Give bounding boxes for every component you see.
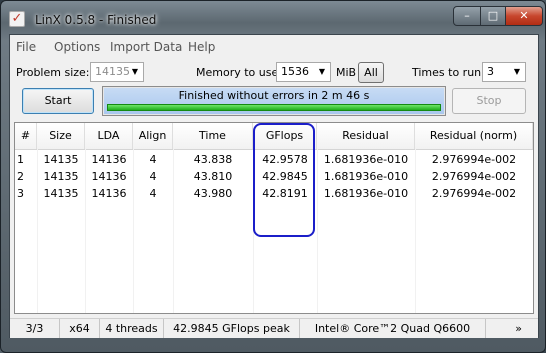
chevron-down-icon: ▼ — [513, 67, 521, 76]
cell-residual: 1.681936e-010 — [323, 153, 409, 166]
cell-lda: 14136 — [91, 170, 127, 183]
table-header: # Size LDA Align Time GFlops Residual Re… — [15, 123, 533, 150]
results-table: # Size LDA Align Time GFlops Residual Re… — [14, 122, 534, 314]
menu-help[interactable]: Help — [188, 40, 215, 54]
problem-size-value: 14135 — [95, 65, 130, 78]
all-memory-button[interactable]: All — [358, 62, 384, 83]
client-area: File Options Import Data Help Problem si… — [9, 34, 539, 338]
menu-options[interactable]: Options — [54, 40, 100, 54]
memory-label: Memory to use: — [196, 66, 282, 79]
status-more-button[interactable]: » — [486, 319, 538, 338]
cell-size: 14135 — [43, 153, 79, 166]
app-window: ✓ LinX 0.5.8 - Finished – □ ✕ File Optio… — [0, 0, 546, 353]
cell-time: 43.838 — [193, 153, 233, 166]
maximize-button[interactable]: □ — [480, 6, 506, 26]
start-button[interactable]: Start — [22, 88, 94, 114]
times-value: 3 — [487, 65, 494, 78]
window-title: LinX 0.5.8 - Finished — [35, 13, 157, 27]
progress-bar — [107, 104, 441, 111]
col-header-align[interactable]: Align — [133, 123, 173, 149]
cell-residual: 1.681936e-010 — [323, 187, 409, 200]
progress-panel: Finished without errors in 2 m 46 s — [102, 86, 446, 116]
status-peak: 42.9845 GFlops peak — [164, 319, 300, 338]
cell-align: 4 — [149, 187, 157, 200]
memory-value: 1536 — [281, 65, 309, 78]
col-header-time[interactable]: Time — [173, 123, 253, 149]
cell-gflops: 42.9578 — [262, 153, 308, 166]
menu-import-data[interactable]: Import Data — [110, 40, 182, 54]
cell-gflops: 42.8191 — [262, 187, 308, 200]
status-bar: 3/3 x64 4 threads 42.9845 GFlops peak In… — [10, 318, 538, 338]
table-row[interactable]: 3 14135 14136 4 43.980 42.8191 1.681936e… — [15, 185, 533, 202]
memory-unit: MiB — [336, 66, 357, 79]
cell-residual-norm: 2.976994e-002 — [431, 187, 517, 200]
problem-size-combo[interactable]: 14135 ▼ — [90, 62, 144, 82]
cell-index: 1 — [17, 153, 24, 166]
col-header-residual[interactable]: Residual — [317, 123, 415, 149]
close-button[interactable]: ✕ — [505, 6, 543, 26]
col-header-index[interactable]: # — [15, 123, 37, 149]
menu-file[interactable]: File — [16, 40, 36, 54]
cell-lda: 14136 — [91, 187, 127, 200]
times-combo[interactable]: 3 ▼ — [482, 62, 526, 82]
cell-size: 14135 — [43, 170, 79, 183]
col-header-residual-norm[interactable]: Residual (norm) — [415, 123, 533, 149]
problem-size-label: Problem size: — [16, 66, 90, 79]
cell-lda: 14136 — [91, 153, 127, 166]
table-row[interactable]: 1 14135 14136 4 43.838 42.9578 1.681936e… — [15, 151, 533, 168]
cell-align: 4 — [149, 153, 157, 166]
col-header-lda[interactable]: LDA — [85, 123, 133, 149]
title-bar[interactable]: ✓ LinX 0.5.8 - Finished – □ ✕ — [1, 1, 545, 33]
app-check-icon: ✓ — [9, 11, 25, 27]
chevron-down-icon: ▼ — [131, 67, 139, 76]
cell-time: 43.980 — [193, 187, 233, 200]
cell-size: 14135 — [43, 187, 79, 200]
cell-index: 3 — [17, 187, 24, 200]
cell-residual: 1.681936e-010 — [323, 170, 409, 183]
menu-bar: File Options Import Data Help — [10, 35, 538, 57]
cell-index: 2 — [17, 170, 24, 183]
col-header-size[interactable]: Size — [37, 123, 85, 149]
cell-residual-norm: 2.976994e-002 — [431, 170, 517, 183]
stop-button[interactable]: Stop — [452, 88, 526, 114]
chevron-down-icon: ▼ — [318, 67, 326, 76]
cell-residual-norm: 2.976994e-002 — [431, 153, 517, 166]
cell-time: 43.810 — [193, 170, 233, 183]
cell-align: 4 — [149, 170, 157, 183]
times-label: Times to run: — [412, 66, 485, 79]
memory-combo[interactable]: 1536 ▼ — [276, 62, 331, 82]
status-arch: x64 — [60, 319, 100, 338]
table-row[interactable]: 2 14135 14136 4 43.810 42.9845 1.681936e… — [15, 168, 533, 185]
status-runs: 3/3 — [10, 319, 60, 338]
col-header-gflops[interactable]: GFlops — [253, 123, 317, 149]
status-cpu: Intel® Core™2 Quad Q6600 — [300, 319, 486, 338]
status-threads: 4 threads — [100, 319, 164, 338]
cell-gflops: 42.9845 — [262, 170, 308, 183]
minimize-button[interactable]: – — [453, 6, 481, 26]
progress-status-text: Finished without errors in 2 m 46 s — [178, 89, 370, 102]
